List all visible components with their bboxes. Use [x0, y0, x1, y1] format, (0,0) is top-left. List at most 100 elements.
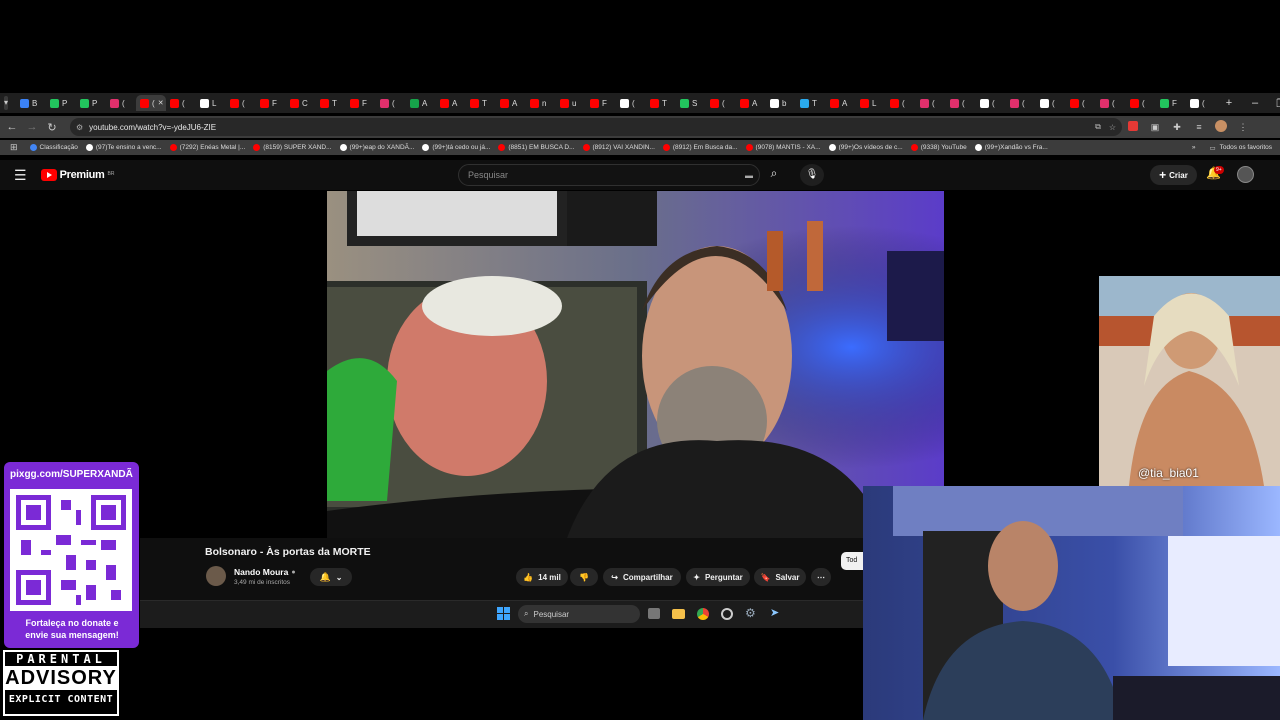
- browser-tab[interactable]: C: [286, 95, 316, 111]
- forward-icon[interactable]: →: [22, 121, 42, 133]
- browser-tab[interactable]: (: [376, 95, 406, 111]
- browser-tab[interactable]: T: [646, 95, 676, 111]
- browser-tab[interactable]: F: [1156, 95, 1186, 111]
- browser-tab[interactable]: T: [316, 95, 346, 111]
- browser-tab[interactable]: u: [556, 95, 586, 111]
- browser-tab[interactable]: F: [256, 95, 286, 111]
- browser-tab[interactable]: P: [46, 95, 76, 111]
- steam-icon[interactable]: ➤: [770, 606, 779, 619]
- bookmark-item[interactable]: (97)Te ensino a venc...: [85, 144, 162, 151]
- tab-search-dropdown-icon[interactable]: ▾: [4, 96, 9, 110]
- browser-tab[interactable]: (: [1096, 95, 1126, 111]
- video-player[interactable]: [327, 191, 944, 538]
- search-input[interactable]: Pesquisar ▬: [458, 164, 760, 186]
- extension-red-icon[interactable]: [1122, 121, 1144, 133]
- browser-tab[interactable]: S: [676, 95, 706, 111]
- browser-tab[interactable]: (: [1066, 95, 1096, 111]
- dislike-button[interactable]: 👎: [570, 568, 598, 586]
- profile-avatar[interactable]: [1210, 120, 1232, 134]
- browser-tab[interactable]: (: [1186, 95, 1216, 111]
- browser-tab[interactable]: (: [106, 95, 136, 111]
- extensions-puzzle-icon[interactable]: ✚: [1166, 122, 1188, 133]
- browser-tab[interactable]: (: [226, 95, 256, 111]
- browser-tab[interactable]: A: [736, 95, 766, 111]
- channel-avatar[interactable]: [206, 566, 226, 586]
- bookmark-item[interactable]: (99+)tá cedo ou já...: [422, 144, 490, 151]
- windows-start-icon[interactable]: [497, 607, 510, 620]
- new-tab-button[interactable]: +: [1216, 97, 1242, 109]
- browser-tab[interactable]: F: [586, 95, 616, 111]
- app-icon-red-dot[interactable]: [721, 608, 733, 620]
- browser-tab[interactable]: b: [766, 95, 796, 111]
- browser-tab[interactable]: (: [946, 95, 976, 111]
- channel-name[interactable]: Nando Moura ●: [234, 567, 296, 577]
- restore-icon[interactable]: ❐: [1268, 97, 1280, 110]
- like-button[interactable]: 👍 14 mil: [516, 568, 568, 586]
- task-view-icon[interactable]: [648, 608, 660, 619]
- hamburger-menu-icon[interactable]: ☰: [14, 167, 27, 184]
- extension-icon[interactable]: ▣: [1144, 122, 1166, 133]
- bookmark-item[interactable]: (99+)eap do XANDÃ...: [339, 144, 414, 151]
- browser-tab[interactable]: (: [616, 95, 646, 111]
- browser-tab[interactable]: (: [166, 95, 196, 111]
- youtube-logo[interactable]: Premium BR: [40, 169, 115, 181]
- media-control-icon[interactable]: ≡: [1188, 122, 1210, 132]
- close-tab-icon[interactable]: ✕: [158, 99, 164, 107]
- search-button[interactable]: ⌕: [764, 166, 784, 184]
- bookmark-item[interactable]: (7292) Enéas Metal |...: [169, 144, 245, 151]
- share-button[interactable]: ↪ Compartilhar: [603, 568, 681, 586]
- bookmark-star-icon[interactable]: ☆: [1109, 123, 1116, 132]
- minimize-icon[interactable]: –: [1242, 97, 1268, 109]
- browser-tab[interactable]: A: [436, 95, 466, 111]
- bookmark-item[interactable]: (8159) SUPER XAND...: [253, 144, 332, 151]
- browser-tab[interactable]: n: [526, 95, 556, 111]
- account-avatar[interactable]: [1237, 166, 1254, 183]
- browser-tab[interactable]: P: [76, 95, 106, 111]
- browser-tab[interactable]: (: [886, 95, 916, 111]
- browser-tab[interactable]: (✕: [136, 95, 167, 111]
- ask-button[interactable]: ✦ Perguntar: [686, 568, 750, 586]
- keyboard-icon[interactable]: ▬: [745, 171, 753, 180]
- bookmark-item[interactable]: (8851) EM BUSCA D...: [498, 144, 575, 151]
- browser-tab[interactable]: (: [976, 95, 1006, 111]
- browser-tab[interactable]: L: [196, 95, 226, 111]
- browser-tab[interactable]: A: [826, 95, 856, 111]
- browser-tab[interactable]: B: [16, 95, 46, 111]
- bookmark-item[interactable]: (99+)Xandão vs Fra...: [974, 144, 1048, 151]
- browser-tab[interactable]: (: [706, 95, 736, 111]
- browser-tab[interactable]: (: [1036, 95, 1066, 111]
- save-button[interactable]: 🔖 Salvar: [754, 568, 806, 586]
- browser-tab[interactable]: A: [406, 95, 436, 111]
- address-bar[interactable]: ⚙ youtube.com/watch?v=-ydeJU6-ZIE ⧉ ☆: [70, 118, 1122, 136]
- more-actions-button[interactable]: ⋯: [811, 568, 831, 586]
- chrome-icon[interactable]: [697, 608, 709, 620]
- bookmark-item[interactable]: (8912) Em Busca da...: [662, 144, 738, 151]
- reload-icon[interactable]: ↻: [42, 121, 62, 134]
- browser-tab[interactable]: (: [916, 95, 946, 111]
- install-app-icon[interactable]: ⧉: [1095, 122, 1101, 132]
- site-info-icon[interactable]: ⚙: [76, 123, 83, 132]
- more-bookmarks-icon[interactable]: »: [1192, 144, 1196, 151]
- voice-search-icon[interactable]: 🎙: [800, 164, 824, 186]
- bookmark-item[interactable]: (99+)Os vídeos de c...: [828, 144, 903, 151]
- menu-kebab-icon[interactable]: ⋮: [1232, 122, 1254, 133]
- browser-tab[interactable]: (: [1006, 95, 1036, 111]
- subscription-bell-button[interactable]: 🔔 ⌄: [310, 568, 352, 586]
- browser-tab[interactable]: F: [346, 95, 376, 111]
- apps-grid-icon[interactable]: ⊞: [10, 142, 18, 153]
- browser-tab[interactable]: L: [856, 95, 886, 111]
- browser-tab[interactable]: T: [796, 95, 826, 111]
- bookmark-item[interactable]: (9078) MANTIS - XA...: [745, 144, 821, 151]
- browser-tab[interactable]: T: [466, 95, 496, 111]
- browser-tab[interactable]: A: [496, 95, 526, 111]
- file-explorer-icon[interactable]: [672, 609, 685, 619]
- create-button[interactable]: + Criar: [1150, 165, 1197, 185]
- browser-tab[interactable]: (: [1126, 95, 1156, 111]
- bookmark-item[interactable]: Classificação: [29, 144, 78, 151]
- filter-chip-all[interactable]: Tod: [841, 552, 863, 570]
- all-bookmarks-button[interactable]: Todos os favoritos: [1220, 144, 1272, 151]
- settings-gear-icon[interactable]: ⚙: [745, 606, 756, 620]
- taskbar-search[interactable]: ⌕ Pesquisar: [518, 605, 640, 623]
- bookmark-item[interactable]: (9338) YouTube: [910, 144, 967, 151]
- bookmark-item[interactable]: (8912) VAI XANDIN...: [582, 144, 655, 151]
